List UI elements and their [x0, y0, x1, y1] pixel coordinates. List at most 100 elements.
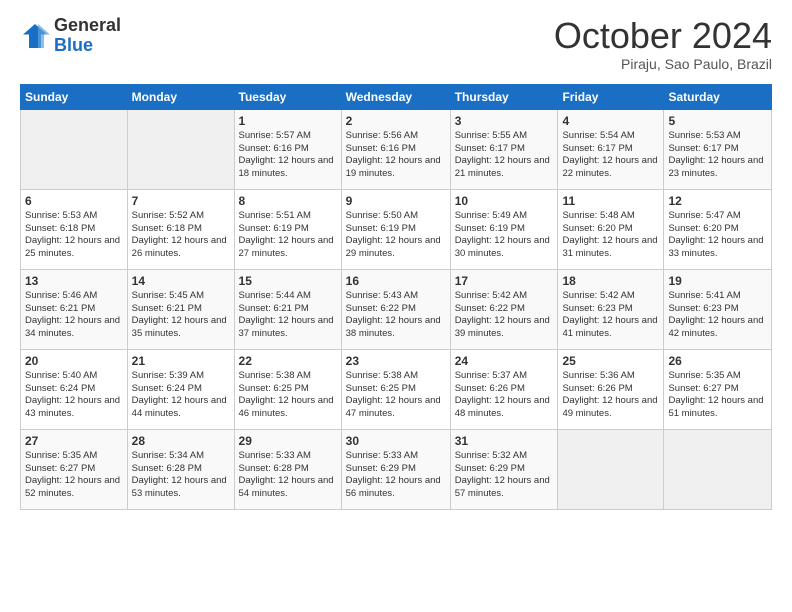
sunrise-text: Sunrise: 5:42 AM [562, 290, 659, 303]
sunrise-text: Sunrise: 5:33 AM [239, 450, 337, 463]
day-number: 3 [455, 113, 554, 129]
daylight-text: Daylight: 12 hours and 57 minutes. [455, 475, 554, 501]
daylight-text: Daylight: 12 hours and 23 minutes. [668, 155, 767, 181]
calendar-cell [21, 109, 128, 189]
sunrise-text: Sunrise: 5:48 AM [562, 210, 659, 223]
sunset-text: Sunset: 6:18 PM [132, 223, 230, 236]
day-number: 8 [239, 193, 337, 209]
day-number: 30 [346, 433, 446, 449]
logo: General Blue [20, 16, 121, 56]
daylight-text: Daylight: 12 hours and 29 minutes. [346, 235, 446, 261]
calendar-cell: 21Sunrise: 5:39 AMSunset: 6:24 PMDayligh… [127, 349, 234, 429]
daylight-text: Daylight: 12 hours and 26 minutes. [132, 235, 230, 261]
sunrise-text: Sunrise: 5:55 AM [455, 130, 554, 143]
day-number: 6 [25, 193, 123, 209]
calendar-body: 1Sunrise: 5:57 AM Sunset: 6:16 PM Daylight… [21, 109, 772, 509]
title-block: October 2024 Piraju, Sao Paulo, Brazil [554, 16, 772, 72]
month-title: October 2024 [554, 16, 772, 56]
calendar-cell: 14Sunrise: 5:45 AMSunset: 6:21 PMDayligh… [127, 269, 234, 349]
calendar-cell: 26Sunrise: 5:35 AMSunset: 6:27 PMDayligh… [664, 349, 772, 429]
calendar-cell: 20Sunrise: 5:40 AMSunset: 6:24 PMDayligh… [21, 349, 128, 429]
sunrise-text: Sunrise: 5:38 AM [239, 370, 337, 383]
day-number: 12 [668, 193, 767, 209]
sunset-text: Sunset: 6:26 PM [562, 383, 659, 396]
weekday-header-monday: Monday [127, 84, 234, 109]
daylight-text: Daylight: 12 hours and 38 minutes. [346, 315, 446, 341]
calendar-week-1: 1Sunrise: 5:57 AM Sunset: 6:16 PM Daylight… [21, 109, 772, 189]
sunset-text: Sunset: 6:20 PM [562, 223, 659, 236]
sunset-text: Sunset: 6:16 PM [346, 143, 446, 156]
daylight-text: Daylight: 12 hours and 46 minutes. [239, 395, 337, 421]
header: General Blue October 2024 Piraju, Sao Pa… [20, 16, 772, 72]
sunrise-text: Sunrise: 5:35 AM [668, 370, 767, 383]
calendar-cell: 6Sunrise: 5:53 AMSunset: 6:18 PMDaylight… [21, 189, 128, 269]
sunset-text: Sunset: 6:21 PM [25, 303, 123, 316]
daylight-text: Daylight: 12 hours and 48 minutes. [455, 395, 554, 421]
daylight-text: Daylight: 12 hours and 54 minutes. [239, 475, 337, 501]
calendar-table: SundayMondayTuesdayWednesdayThursdayFrid… [20, 84, 772, 510]
daylight-text: Daylight: 12 hours and 42 minutes. [668, 315, 767, 341]
daylight-text: Daylight: 12 hours and 37 minutes. [239, 315, 337, 341]
sunset-text: Sunset: 6:23 PM [668, 303, 767, 316]
daylight-text: Daylight: 12 hours and 33 minutes. [668, 235, 767, 261]
day-number: 20 [25, 353, 123, 369]
weekday-header-saturday: Saturday [664, 84, 772, 109]
sunrise-text: Sunrise: 5:53 AM [25, 210, 123, 223]
daylight-text: Daylight: 12 hours and 41 minutes. [562, 315, 659, 341]
day-number: 5 [668, 113, 767, 129]
day-number: 9 [346, 193, 446, 209]
day-number: 31 [455, 433, 554, 449]
daylight-text: Daylight: 12 hours and 44 minutes. [132, 395, 230, 421]
sunrise-text: Sunrise: 5:57 AM [239, 130, 337, 143]
sunrise-text: Sunrise: 5:47 AM [668, 210, 767, 223]
sunrise-text: Sunrise: 5:41 AM [668, 290, 767, 303]
sunrise-text: Sunrise: 5:43 AM [346, 290, 446, 303]
calendar-week-5: 27Sunrise: 5:35 AMSunset: 6:27 PMDayligh… [21, 429, 772, 509]
calendar-cell: 12Sunrise: 5:47 AMSunset: 6:20 PMDayligh… [664, 189, 772, 269]
daylight-text: Daylight: 12 hours and 25 minutes. [25, 235, 123, 261]
calendar-cell: 19Sunrise: 5:41 AMSunset: 6:23 PMDayligh… [664, 269, 772, 349]
day-number: 1 [239, 113, 337, 129]
calendar-cell [127, 109, 234, 189]
sunrise-text: Sunrise: 5:53 AM [668, 130, 767, 143]
calendar-cell: 10Sunrise: 5:49 AMSunset: 6:19 PMDayligh… [450, 189, 558, 269]
calendar-cell: 7Sunrise: 5:52 AMSunset: 6:18 PMDaylight… [127, 189, 234, 269]
sunset-text: Sunset: 6:22 PM [346, 303, 446, 316]
calendar-cell [558, 429, 664, 509]
weekday-header-wednesday: Wednesday [341, 84, 450, 109]
weekday-header-tuesday: Tuesday [234, 84, 341, 109]
calendar-cell: 8Sunrise: 5:51 AMSunset: 6:19 PMDaylight… [234, 189, 341, 269]
day-number: 17 [455, 273, 554, 289]
sunrise-text: Sunrise: 5:37 AM [455, 370, 554, 383]
day-number: 24 [455, 353, 554, 369]
day-number: 14 [132, 273, 230, 289]
logo-blue-text: Blue [54, 36, 121, 56]
calendar-cell: 4Sunrise: 5:54 AMSunset: 6:17 PMDaylight… [558, 109, 664, 189]
sunrise-text: Sunrise: 5:38 AM [346, 370, 446, 383]
weekday-header-row: SundayMondayTuesdayWednesdayThursdayFrid… [21, 84, 772, 109]
sunset-text: Sunset: 6:26 PM [455, 383, 554, 396]
calendar-cell: 9Sunrise: 5:50 AMSunset: 6:19 PMDaylight… [341, 189, 450, 269]
logo-text: General Blue [54, 16, 121, 56]
daylight-text: Daylight: 12 hours and 49 minutes. [562, 395, 659, 421]
sunset-text: Sunset: 6:28 PM [132, 463, 230, 476]
sunrise-text: Sunrise: 5:50 AM [346, 210, 446, 223]
daylight-text: Daylight: 12 hours and 56 minutes. [346, 475, 446, 501]
logo-general-text: General [54, 16, 121, 36]
sunset-text: Sunset: 6:25 PM [239, 383, 337, 396]
calendar-cell: 13Sunrise: 5:46 AMSunset: 6:21 PMDayligh… [21, 269, 128, 349]
daylight-text: Daylight: 12 hours and 53 minutes. [132, 475, 230, 501]
logo-icon [20, 21, 50, 51]
sunrise-text: Sunrise: 5:36 AM [562, 370, 659, 383]
calendar-cell: 22Sunrise: 5:38 AMSunset: 6:25 PMDayligh… [234, 349, 341, 429]
sunset-text: Sunset: 6:24 PM [132, 383, 230, 396]
sunset-text: Sunset: 6:19 PM [455, 223, 554, 236]
daylight-text: Daylight: 12 hours and 21 minutes. [455, 155, 554, 181]
sunrise-text: Sunrise: 5:49 AM [455, 210, 554, 223]
sunset-text: Sunset: 6:19 PM [239, 223, 337, 236]
sunrise-text: Sunrise: 5:54 AM [562, 130, 659, 143]
daylight-text: Daylight: 12 hours and 39 minutes. [455, 315, 554, 341]
sunrise-text: Sunrise: 5:51 AM [239, 210, 337, 223]
day-number: 26 [668, 353, 767, 369]
calendar-cell: 1Sunrise: 5:57 AMSunset: 6:16 PMDaylight… [234, 109, 341, 189]
